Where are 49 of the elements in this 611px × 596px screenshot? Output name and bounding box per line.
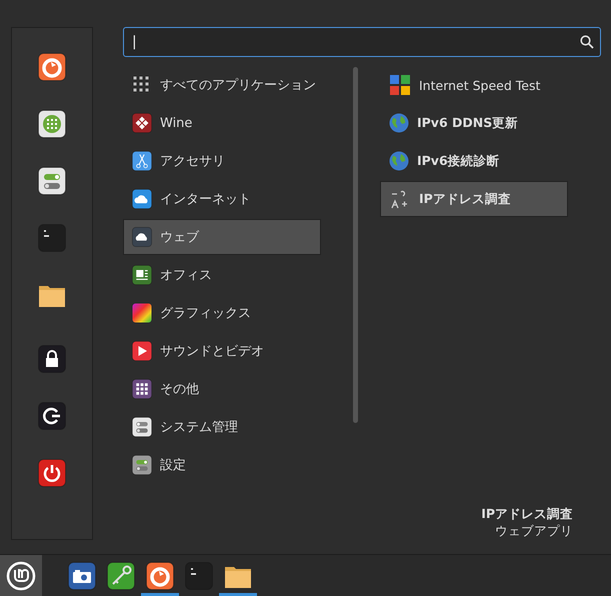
favorite-launcher[interactable]: [37, 109, 67, 139]
search-field[interactable]: |: [123, 27, 601, 57]
toggle-switches-icon: [38, 167, 66, 195]
app-item[interactable]: IPv6 DDNS更新: [380, 105, 568, 141]
category-item[interactable]: Wine: [123, 105, 321, 141]
category-item[interactable]: その他: [123, 371, 321, 407]
app-item[interactable]: IPv6接続診断: [380, 143, 568, 179]
favorite-launcher[interactable]: [37, 166, 67, 196]
session-button[interactable]: [37, 458, 67, 488]
camera-icon: [68, 562, 96, 590]
logout-icon: [38, 402, 66, 430]
scrollbar[interactable]: [353, 67, 358, 423]
color-palette-icon: [132, 303, 152, 323]
scissors-icon: [132, 151, 152, 171]
category-item[interactable]: ウェブ: [123, 219, 321, 255]
app-description: ウェブアプリ: [495, 523, 573, 540]
globe-icon: [389, 113, 409, 133]
app-name: IPアドレス調査: [481, 506, 573, 523]
app-grid-icon: [132, 379, 152, 399]
app-grid-icon: [38, 110, 66, 138]
category-item[interactable]: アクセサリ: [123, 143, 321, 179]
terminal-icon: [38, 224, 66, 252]
lock-icon: [38, 345, 66, 373]
menu-button[interactable]: [0, 555, 42, 596]
category-item[interactable]: 設定: [123, 447, 321, 483]
play-icon: [132, 341, 152, 361]
mint-logo-icon: [6, 560, 36, 590]
cloud-icon: [132, 227, 152, 247]
document-icon: [132, 265, 152, 285]
app-item[interactable]: Internet Speed Test: [380, 67, 568, 103]
globe-icon: [389, 151, 409, 171]
category-item[interactable]: グラフィックス: [123, 295, 321, 331]
session-button[interactable]: [37, 344, 67, 374]
terminal-icon: [185, 562, 213, 590]
toggle-switches-icon: [132, 455, 152, 475]
category-item[interactable]: インターネット: [123, 181, 321, 217]
category-item[interactable]: システム管理: [123, 409, 321, 445]
category-item[interactable]: サウンドとビデオ: [123, 333, 321, 369]
power-icon: [38, 459, 66, 487]
four-color-tiles-icon: [389, 74, 411, 96]
app-item[interactable]: IPアドレス調査: [380, 181, 568, 217]
search-icon: [580, 35, 594, 49]
wine-icon: [132, 113, 152, 133]
toggle-switches-icon: [132, 417, 152, 437]
category-item[interactable]: すべてのアプリケーション: [123, 67, 321, 103]
key-icon: [107, 562, 135, 590]
cloud-icon: [132, 189, 152, 209]
session-button[interactable]: [37, 401, 67, 431]
category-item[interactable]: オフィス: [123, 257, 321, 293]
